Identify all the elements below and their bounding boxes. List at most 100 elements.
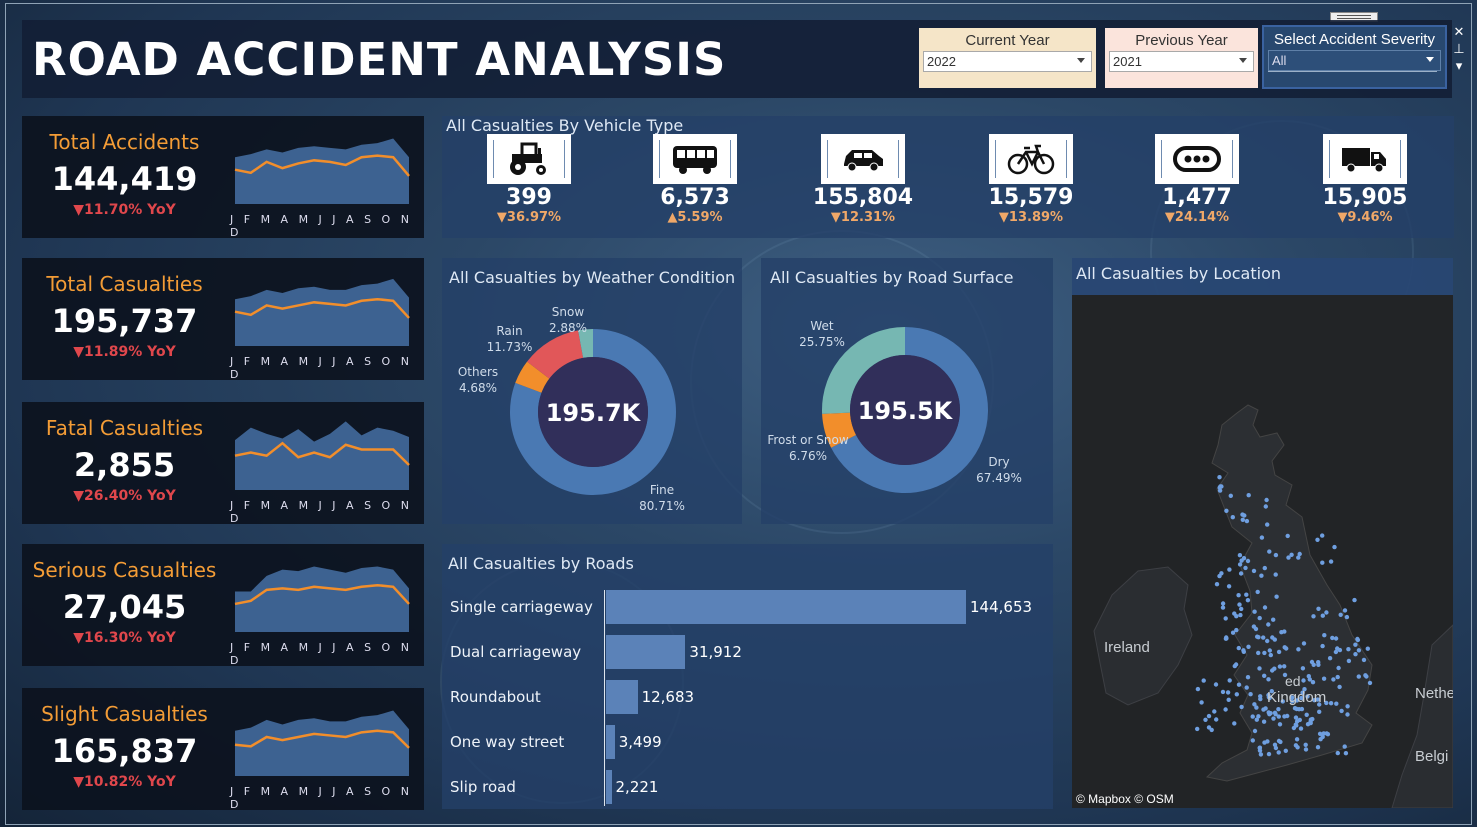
close-icon[interactable]: ✕ — [1450, 24, 1468, 41]
bar[interactable] — [606, 635, 686, 669]
vehicle-type-card[interactable]: 15,579 ▼13.89% — [946, 134, 1116, 225]
kpi-card: Total Casualties 195,737 ▼11.89% YoY J F M … — [22, 258, 424, 381]
current-year-select[interactable]: 2022 — [923, 51, 1092, 72]
casualty-dot — [1316, 660, 1321, 665]
casualty-dot — [1286, 555, 1291, 560]
casualty-dot — [1342, 744, 1347, 749]
vehicle-casualties-value: 155,804 — [812, 185, 914, 210]
previous-year-filter[interactable]: Previous Year 2021 — [1105, 28, 1258, 88]
severity-select[interactable]: All — [1268, 50, 1441, 71]
vehicle-change-pct: ▼12.31% — [830, 210, 896, 225]
vehicle-change-pct: ▲5.59% — [667, 210, 723, 225]
casualty-dot — [1234, 692, 1239, 697]
casualty-dot — [1236, 682, 1242, 687]
label-pct: 67.49% — [976, 471, 1022, 485]
more-options-icon[interactable]: ▾ — [1450, 58, 1468, 75]
casualty-dot — [1300, 666, 1306, 671]
vehicle-type-panel: All Casualties By Vehicle Type 399 ▼36.97… — [442, 116, 1454, 238]
bar[interactable] — [606, 680, 638, 714]
bar[interactable] — [606, 725, 615, 759]
label-pct: 6.76% — [788, 449, 828, 463]
casualty-dot — [1251, 568, 1257, 574]
casualty-dot — [1272, 637, 1277, 642]
casualty-dot — [1361, 657, 1367, 663]
casualty-dot — [1227, 567, 1232, 572]
kpi-yoy-change: ▼11.70% YoY — [73, 202, 176, 218]
casualty-dot — [1282, 664, 1287, 669]
casualty-dot — [1203, 717, 1208, 722]
casualty-dot — [1330, 635, 1335, 641]
casualty-dot — [1262, 740, 1267, 745]
casualty-dot — [1342, 608, 1348, 613]
casualty-dot — [1321, 731, 1326, 736]
previous-year-select[interactable]: 2021 — [1109, 51, 1254, 72]
casualty-dot — [1293, 715, 1299, 720]
kpi-value: 144,419 — [51, 160, 198, 198]
casualty-dot — [1267, 712, 1272, 717]
casualty-dot — [1332, 544, 1337, 550]
previous-year-area — [235, 138, 409, 204]
vehicle-change-pct: ▼36.97% — [496, 210, 562, 225]
kpi-label: Slight Casualties — [41, 702, 208, 726]
previous-year-area — [235, 566, 409, 632]
casualty-dot — [1218, 484, 1223, 489]
casualty-dot — [1258, 752, 1264, 757]
casualty-dot — [1236, 593, 1241, 598]
kpi-card: Slight Casualties 165,837 ▼10.82% YoY J F M… — [22, 688, 424, 811]
bar[interactable] — [606, 590, 966, 624]
label-pct: 25.75% — [799, 335, 845, 349]
casualty-dot — [1345, 712, 1350, 717]
vehicle-type-card[interactable]: 155,804 ▼12.31% — [778, 134, 948, 225]
vehicle-type-card[interactable]: 1,477 ▼24.14% — [1112, 134, 1282, 225]
casualty-dot — [1239, 704, 1244, 710]
casualty-dot — [1206, 713, 1212, 719]
casualty-dot — [1195, 726, 1200, 732]
label-pct: 80.71% — [639, 499, 685, 513]
donut-label-fine: Fine 80.71% — [634, 482, 690, 514]
bar[interactable] — [606, 770, 612, 804]
divider — [1268, 71, 1437, 72]
casualty-dot — [1346, 658, 1352, 664]
casualty-dot — [1331, 677, 1336, 682]
kpi-value: 195,737 — [51, 302, 198, 340]
vehicle-casualties-value: 15,579 — [988, 185, 1074, 210]
kpi-yoy-change: ▼11.89% YoY — [73, 344, 176, 360]
chevron-down-icon[interactable] — [1239, 58, 1247, 63]
casualty-dot — [1296, 707, 1302, 712]
sparkline-chart — [234, 566, 410, 632]
casualty-dot — [1335, 674, 1340, 680]
vehicle-icon-box — [821, 134, 905, 184]
casualty-dot — [1273, 572, 1278, 577]
vehicle-icon-box — [1155, 134, 1239, 184]
casualty-dot — [1273, 552, 1279, 558]
map-label-kingdom: Kingdom — [1267, 689, 1327, 706]
severity-filter[interactable]: Select Accident Severity All — [1262, 25, 1447, 89]
casualty-dot — [1367, 680, 1373, 686]
casualty-dot — [1232, 721, 1237, 726]
casualty-dot — [1320, 643, 1325, 649]
bar-category-label: Roundabout — [450, 688, 541, 706]
map-attribution: © Mapbox © OSM — [1076, 792, 1174, 806]
casualty-dot — [1230, 515, 1235, 520]
chevron-down-icon[interactable] — [1077, 58, 1085, 63]
vehicle-type-card[interactable]: 399 ▼36.97% — [444, 134, 614, 225]
current-year-filter[interactable]: Current Year 2022 — [919, 28, 1096, 88]
casualty-dot — [1328, 701, 1334, 706]
casualty-dot — [1277, 664, 1283, 669]
vehicle-type-card[interactable]: 15,905 ▼9.46% — [1280, 134, 1450, 225]
casualty-dot — [1250, 738, 1255, 743]
casualty-dot — [1353, 652, 1358, 657]
filter-label: Select Accident Severity — [1274, 31, 1435, 48]
casualty-dot — [1268, 652, 1273, 658]
casualty-dot — [1322, 633, 1327, 638]
casualty-dot — [1259, 535, 1265, 540]
kpi-yoy-change: ▼10.82% YoY — [73, 774, 176, 790]
casualty-dot — [1271, 716, 1276, 721]
vehicle-type-card[interactable]: 6,573 ▲5.59% — [610, 134, 780, 225]
casualties-map[interactable]: Ireland ed Kingdom Nethe Belgi © Mapbox … — [1072, 295, 1453, 808]
chevron-down-icon[interactable] — [1426, 57, 1434, 62]
pin-icon[interactable]: ⊥ — [1450, 41, 1468, 58]
casualty-dot — [1267, 648, 1272, 653]
filter-label: Current Year — [965, 32, 1050, 49]
donut-label-others: Others 4.68% — [452, 364, 504, 396]
